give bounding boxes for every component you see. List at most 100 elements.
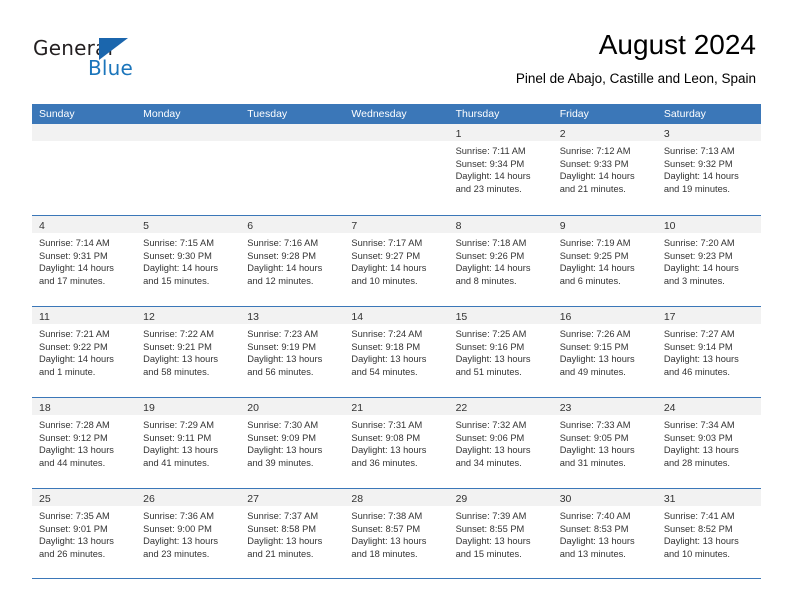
day-cell-6[interactable]: 6 Sunrise: 7:16 AM Sunset: 9:28 PM Daylight… bbox=[240, 216, 345, 306]
weekday-header-monday: Monday bbox=[143, 108, 181, 120]
day-cell-14[interactable]: 14 Sunrise: 7:24 AM Sunset: 9:18 PM Dayligh… bbox=[344, 307, 449, 397]
daylight-duration-line1: Daylight: 14 hours bbox=[663, 263, 739, 274]
day-cell-26[interactable]: 26 Sunrise: 7:36 AM Sunset: 9:00 PM Dayligh… bbox=[136, 489, 241, 578]
daylight-duration-line2: and 13 minutes. bbox=[559, 548, 626, 559]
day-cell-16[interactable]: 16 Sunrise: 7:26 AM Sunset: 9:15 PM Dayligh… bbox=[552, 307, 657, 397]
daylight-duration-line2: and 6 minutes. bbox=[559, 275, 621, 286]
day-cell-11[interactable]: 11 Sunrise: 7:21 AM Sunset: 9:22 PM Dayligh… bbox=[32, 307, 137, 397]
daylight-duration-line1: Daylight: 13 hours bbox=[663, 445, 739, 456]
day-cell-empty bbox=[32, 124, 137, 215]
day-cell-25[interactable]: 25 Sunrise: 7:35 AM Sunset: 9:01 PM Dayligh… bbox=[32, 489, 137, 578]
day-number-strip: 6 bbox=[240, 216, 345, 233]
brand-logo[interactable]: General Blue bbox=[33, 36, 213, 82]
sunset-time: Sunset: 9:05 PM bbox=[559, 432, 629, 443]
day-number: 5 bbox=[143, 220, 149, 232]
day-cell-2[interactable]: 2 Sunrise: 7:12 AM Sunset: 9:33 PM Daylight… bbox=[552, 124, 657, 215]
day-number-strip: 31 bbox=[656, 489, 761, 506]
daylight-duration-line2: and 19 minutes. bbox=[663, 183, 730, 194]
day-cell-30[interactable]: 30 Sunrise: 7:40 AM Sunset: 8:53 PM Dayligh… bbox=[552, 489, 657, 578]
weekday-header-sunday: Sunday bbox=[39, 108, 75, 120]
day-cell-9[interactable]: 9 Sunrise: 7:19 AM Sunset: 9:25 PM Daylight… bbox=[552, 216, 657, 306]
day-number-strip: 27 bbox=[240, 489, 345, 506]
day-number: 22 bbox=[455, 402, 468, 414]
day-cell-22[interactable]: 22 Sunrise: 7:32 AM Sunset: 9:06 PM Dayligh… bbox=[448, 398, 553, 488]
day-number: 26 bbox=[143, 493, 155, 505]
sunrise-time: Sunrise: 7:36 AM bbox=[143, 511, 214, 521]
day-details: Sunrise: 7:39 AM Sunset: 8:55 PM Daylight:… bbox=[449, 506, 553, 560]
day-number-strip: 28 bbox=[344, 489, 449, 506]
day-details: Sunrise: 7:18 AM Sunset: 9:26 PM Daylight:… bbox=[449, 233, 553, 287]
daylight-duration-line2: and 28 minutes. bbox=[663, 457, 730, 468]
day-cell-19[interactable]: 19 Sunrise: 7:29 AM Sunset: 9:11 PM Dayligh… bbox=[136, 398, 241, 488]
day-number-strip: 23 bbox=[552, 398, 657, 415]
sunrise-time: Sunrise: 7:29 AM bbox=[143, 420, 214, 430]
sunset-time: Sunset: 9:08 PM bbox=[351, 432, 421, 443]
sunset-time: Sunset: 9:19 PM bbox=[247, 341, 317, 352]
day-cell-4[interactable]: 4 Sunrise: 7:14 AM Sunset: 9:31 PM Daylight… bbox=[32, 216, 137, 306]
day-number: 24 bbox=[663, 402, 676, 414]
day-details: Sunrise: 7:22 AM Sunset: 9:21 PM Daylight:… bbox=[136, 324, 240, 378]
day-details: Sunrise: 7:37 AM Sunset: 8:58 PM Daylight:… bbox=[240, 506, 344, 560]
day-cell-empty bbox=[240, 124, 345, 215]
day-cell-29[interactable]: 29 Sunrise: 7:39 AM Sunset: 8:55 PM Dayligh… bbox=[448, 489, 553, 578]
weekday-header-tuesday: Tuesday bbox=[247, 108, 288, 120]
day-cell-1[interactable]: 1 Sunrise: 7:11 AM Sunset: 9:34 PM Daylight… bbox=[448, 124, 553, 215]
weekday-header-thursday: Thursday bbox=[455, 108, 500, 120]
day-cell-5[interactable]: 5 Sunrise: 7:15 AM Sunset: 9:30 PM Daylight… bbox=[136, 216, 241, 306]
sunset-time: Sunset: 8:58 PM bbox=[247, 523, 317, 534]
day-number-strip: 21 bbox=[344, 398, 449, 415]
day-cell-17[interactable]: 17 Sunrise: 7:27 AM Sunset: 9:14 PM Dayligh… bbox=[656, 307, 761, 397]
weekday-header-wednesday: Wednesday bbox=[351, 108, 407, 120]
day-cell-23[interactable]: 23 Sunrise: 7:33 AM Sunset: 9:05 PM Dayligh… bbox=[552, 398, 657, 488]
day-number: 10 bbox=[663, 220, 676, 232]
daylight-duration-line2: and 54 minutes. bbox=[351, 366, 418, 377]
daylight-duration-line1: Daylight: 13 hours bbox=[663, 536, 739, 547]
day-cell-12[interactable]: 12 Sunrise: 7:22 AM Sunset: 9:21 PM Dayligh… bbox=[136, 307, 241, 397]
daylight-duration-line1: Daylight: 13 hours bbox=[143, 354, 219, 365]
day-details: Sunrise: 7:23 AM Sunset: 9:19 PM Daylight:… bbox=[240, 324, 344, 378]
day-number: 4 bbox=[39, 220, 45, 232]
page-title: August 2024 bbox=[598, 29, 756, 60]
daylight-duration-line1: Daylight: 14 hours bbox=[559, 171, 635, 182]
sunset-time: Sunset: 9:33 PM bbox=[559, 158, 629, 169]
day-cell-28[interactable]: 28 Sunrise: 7:38 AM Sunset: 8:57 PM Dayligh… bbox=[344, 489, 449, 578]
daylight-duration-line1: Daylight: 13 hours bbox=[455, 536, 531, 547]
day-number-strip: 11 bbox=[32, 307, 137, 324]
calendar-page: General Blue August 2024 Pinel de Abajo,… bbox=[0, 0, 792, 612]
day-cell-18[interactable]: 18 Sunrise: 7:28 AM Sunset: 9:12 PM Dayligh… bbox=[32, 398, 137, 488]
daylight-duration-line1: Daylight: 13 hours bbox=[455, 354, 531, 365]
sunset-time: Sunset: 9:32 PM bbox=[663, 158, 733, 169]
calendar-week-row: 11 Sunrise: 7:21 AM Sunset: 9:22 PM Dayligh… bbox=[32, 306, 761, 397]
daylight-duration-line1: Daylight: 14 hours bbox=[39, 354, 114, 365]
day-cell-8[interactable]: 8 Sunrise: 7:18 AM Sunset: 9:26 PM Daylight… bbox=[448, 216, 553, 306]
day-number: 16 bbox=[559, 311, 572, 323]
day-cell-20[interactable]: 20 Sunrise: 7:30 AM Sunset: 9:09 PM Dayligh… bbox=[240, 398, 345, 488]
day-number-strip: 13 bbox=[240, 307, 345, 324]
daylight-duration-line1: Daylight: 13 hours bbox=[455, 445, 531, 456]
sunset-time: Sunset: 9:26 PM bbox=[455, 250, 525, 261]
day-details: Sunrise: 7:14 AM Sunset: 9:31 PM Daylight:… bbox=[32, 233, 136, 287]
page-header: General Blue August 2024 Pinel de Abajo,… bbox=[0, 0, 792, 100]
day-details: Sunrise: 7:41 AM Sunset: 8:52 PM Daylight:… bbox=[657, 506, 761, 560]
day-cell-15[interactable]: 15 Sunrise: 7:25 AM Sunset: 9:16 PM Dayligh… bbox=[448, 307, 553, 397]
day-cell-10[interactable]: 10 Sunrise: 7:20 AM Sunset: 9:23 PM Dayligh… bbox=[656, 216, 761, 306]
day-details: Sunrise: 7:16 AM Sunset: 9:28 PM Daylight:… bbox=[240, 233, 344, 287]
sunrise-time: Sunrise: 7:31 AM bbox=[351, 420, 423, 430]
day-cell-21[interactable]: 21 Sunrise: 7:31 AM Sunset: 9:08 PM Dayligh… bbox=[344, 398, 449, 488]
day-number: 6 bbox=[247, 220, 254, 232]
day-cell-24[interactable]: 24 Sunrise: 7:34 AM Sunset: 9:03 PM Dayligh… bbox=[656, 398, 761, 488]
day-cell-3[interactable]: 3 Sunrise: 7:13 AM Sunset: 9:32 PM Daylight… bbox=[656, 124, 761, 215]
day-cell-31[interactable]: 31 Sunrise: 7:41 AM Sunset: 8:52 PM Dayligh… bbox=[656, 489, 761, 578]
day-cell-13[interactable]: 13 Sunrise: 7:23 AM Sunset: 9:19 PM Dayligh… bbox=[240, 307, 345, 397]
day-number: 11 bbox=[39, 311, 50, 323]
day-number-strip: 12 bbox=[136, 307, 241, 324]
sunrise-time: Sunrise: 7:37 AM bbox=[247, 511, 319, 521]
daylight-duration-line1: Daylight: 14 hours bbox=[663, 171, 739, 182]
sunrise-time: Sunrise: 7:12 AM bbox=[559, 146, 631, 156]
sunset-time: Sunset: 8:53 PM bbox=[559, 523, 629, 534]
sunrise-time: Sunrise: 7:38 AM bbox=[351, 511, 423, 521]
daylight-duration-line1: Daylight: 14 hours bbox=[143, 263, 219, 274]
day-cell-27[interactable]: 27 Sunrise: 7:37 AM Sunset: 8:58 PM Dayligh… bbox=[240, 489, 345, 578]
day-details: Sunrise: 7:36 AM Sunset: 9:00 PM Daylight:… bbox=[136, 506, 240, 560]
day-cell-7[interactable]: 7 Sunrise: 7:17 AM Sunset: 9:27 PM Daylight… bbox=[344, 216, 449, 306]
